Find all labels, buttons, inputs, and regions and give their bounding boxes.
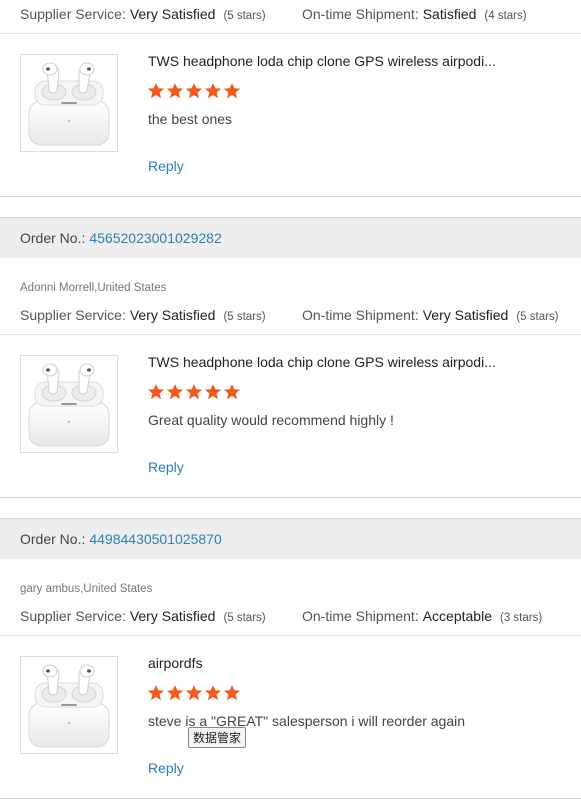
star-icon	[185, 83, 203, 99]
buyer-info: gary ambus,United States	[20, 583, 153, 595]
product-image[interactable]	[20, 54, 118, 152]
earbuds-case-icon	[28, 62, 110, 146]
shipment-label: On-time Shipment:	[302, 307, 419, 323]
reply-link[interactable]: Reply	[148, 158, 184, 174]
shipment-label: On-time Shipment:	[302, 6, 419, 22]
supplier-service-rating: Supplier Service: Very Satisfied (5 stars)	[20, 6, 266, 22]
star-icon	[223, 384, 241, 400]
earbuds-case-icon	[28, 363, 110, 447]
review-1: Supplier Service: Very Satisfied (5 stars)…	[0, 0, 581, 197]
star-rating	[147, 684, 241, 702]
review-comment: the best ones	[148, 111, 233, 127]
star-icon	[147, 685, 165, 701]
shipment-value: Satisfied	[422, 6, 477, 22]
supplier-service-stars: (5 stars)	[223, 311, 266, 323]
star-rating	[147, 82, 241, 100]
review-comment: Great quality would recommend highly !	[148, 412, 394, 428]
shipment-label: On-time Shipment:	[302, 608, 419, 624]
star-icon	[204, 384, 222, 400]
shipment-rating: On-time Shipment: Acceptable (3 stars)	[302, 608, 542, 624]
ratings-row: Supplier Service: Very Satisfied (5 stars)…	[0, 597, 581, 635]
review-3: Order No.: 44984430501025870 gary ambus,U…	[0, 518, 581, 799]
order-header: Order No.: 45652023001029282	[0, 217, 581, 258]
product-review: airpordfs steve is a "GREAT" salesperson…	[0, 636, 581, 798]
order-label: Order No.:	[20, 531, 86, 547]
product-title[interactable]: airpordfs	[148, 655, 202, 671]
star-icon	[204, 685, 222, 701]
shipment-stars: (5 stars)	[516, 311, 559, 323]
shipment-value: Acceptable	[422, 608, 492, 624]
supplier-service-stars: (5 stars)	[223, 10, 266, 22]
star-icon	[166, 384, 184, 400]
shipment-stars: (3 stars)	[500, 612, 543, 624]
star-icon	[147, 384, 165, 400]
shipment-rating: On-time Shipment: Satisfied (4 stars)	[302, 6, 527, 22]
product-image[interactable]	[20, 355, 118, 453]
earbuds-case-icon	[28, 664, 110, 748]
star-icon	[204, 83, 222, 99]
star-icon	[223, 83, 241, 99]
shipment-stars: (4 stars)	[484, 10, 527, 22]
star-icon	[147, 83, 165, 99]
product-review: TWS headphone loda chip clone GPS wirele…	[0, 335, 581, 497]
spacer	[0, 197, 581, 217]
reply-link[interactable]: Reply	[148, 459, 184, 475]
supplier-service-rating: Supplier Service: Very Satisfied (5 stars)	[20, 307, 266, 323]
supplier-service-value: Very Satisfied	[129, 307, 216, 323]
product-title[interactable]: TWS headphone loda chip clone GPS wirele…	[148, 354, 496, 370]
supplier-service-label: Supplier Service:	[20, 307, 126, 323]
review-2: Order No.: 45652023001029282 Adonni Morre…	[0, 217, 581, 498]
star-icon	[166, 83, 184, 99]
star-rating	[147, 383, 241, 401]
order-number-link[interactable]: 45652023001029282	[89, 230, 221, 246]
order-number-link[interactable]: 44984430501025870	[89, 531, 221, 547]
ratings-row: Supplier Service: Very Satisfied (5 stars)…	[0, 296, 581, 334]
order-label: Order No.:	[20, 230, 86, 246]
tooltip-popup: 数据管家	[188, 727, 247, 748]
order-header: Order No.: 44984430501025870	[0, 518, 581, 559]
star-icon	[185, 384, 203, 400]
supplier-service-value: Very Satisfied	[129, 608, 216, 624]
shipment-value: Very Satisfied	[422, 307, 509, 323]
supplier-service-label: Supplier Service:	[20, 6, 126, 22]
buyer-info: Adonni Morrell,United States	[20, 282, 167, 294]
star-icon	[223, 685, 241, 701]
product-image[interactable]	[20, 656, 118, 754]
supplier-service-rating: Supplier Service: Very Satisfied (5 stars)	[20, 608, 266, 624]
reply-link[interactable]: Reply	[148, 760, 184, 776]
star-icon	[166, 685, 184, 701]
product-title[interactable]: TWS headphone loda chip clone GPS wirele…	[148, 53, 496, 69]
supplier-service-label: Supplier Service:	[20, 608, 126, 624]
supplier-service-stars: (5 stars)	[223, 612, 266, 624]
shipment-rating: On-time Shipment: Very Satisfied (5 stars)	[302, 307, 559, 323]
product-review: TWS headphone loda chip clone GPS wirele…	[0, 34, 581, 196]
spacer	[0, 498, 581, 518]
supplier-service-value: Very Satisfied	[129, 6, 216, 22]
star-icon	[185, 685, 203, 701]
ratings-row: Supplier Service: Very Satisfied (5 stars)…	[0, 0, 581, 33]
